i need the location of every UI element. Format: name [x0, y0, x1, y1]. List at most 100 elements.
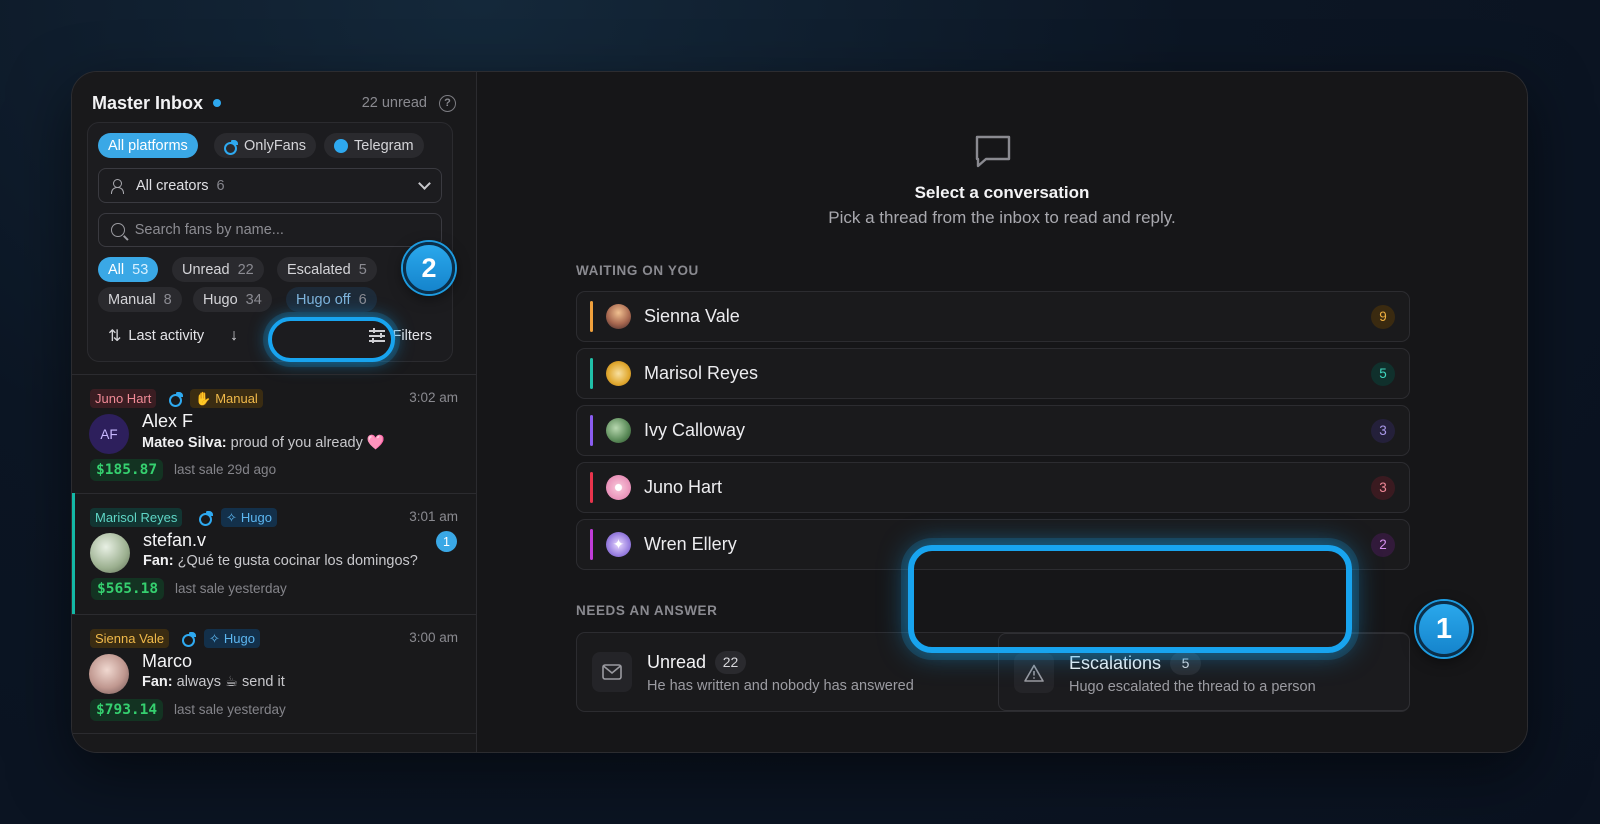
fan-name: Alex F: [142, 411, 194, 431]
mail-icon: [592, 652, 632, 692]
sparkle-icon: ✧: [226, 509, 237, 525]
platform-chip-all[interactable]: All platforms: [98, 133, 198, 158]
divider: [72, 733, 476, 734]
hand-icon: ✋: [195, 390, 212, 406]
status-chip-label: Hugo: [203, 291, 238, 308]
status-chip-count: 6: [358, 291, 367, 308]
status-chip-manual[interactable]: Manual 8: [98, 287, 182, 312]
platform-chip-label: All platforms: [108, 137, 188, 154]
status-chip-hugo[interactable]: Hugo 34: [193, 287, 272, 312]
unread-count: 22 unread: [361, 95, 427, 111]
creator-tag: Marisol Reyes: [90, 508, 183, 527]
creator-tag: Juno Hart: [90, 389, 157, 408]
fan-spend: $565.18: [91, 578, 165, 600]
message-preview: Fan: always ☕ send it: [142, 674, 285, 690]
status-chip-all[interactable]: All 53: [98, 257, 159, 282]
conversation-item-selected[interactable]: Marisol Reyes ✧ Hugo 3:01 am 1 stefan.v F…: [72, 493, 476, 614]
creator-avatar: [606, 361, 631, 386]
conversation-item[interactable]: Juno Hart ✋ Manual 3:02 am AF Alex F Mate…: [72, 389, 476, 507]
needs-answer-box: Unread 22 He has written and nobody has a…: [576, 632, 1410, 712]
search-input[interactable]: [134, 222, 429, 238]
unread-card-count: 22: [715, 650, 747, 674]
waiting-count: 2: [1371, 532, 1395, 557]
sort-row: ⇅ Last activity ↓ Filters: [108, 325, 432, 347]
escalations-card-count: 5: [1170, 651, 1202, 675]
inbox-header: Master Inbox 22 unread ?: [92, 88, 456, 118]
status-chip-hugo-off[interactable]: Hugo off 6: [286, 287, 377, 312]
creator-name: Juno Hart: [644, 477, 723, 497]
escalations-card[interactable]: Escalations 5 Hugo escalated the thread t…: [998, 633, 1410, 711]
sort-direction-icon[interactable]: ↓: [230, 327, 238, 345]
help-icon[interactable]: ?: [439, 94, 456, 112]
waiting-creator-row[interactable]: Sienna Vale 9: [576, 291, 1410, 342]
status-chip-count: 8: [163, 291, 172, 308]
onlyfans-icon: [224, 139, 238, 155]
conversation-time: 3:00 am: [409, 630, 458, 645]
unread-card[interactable]: Unread 22 He has written and nobody has a…: [592, 633, 982, 711]
status-chip-count: 22: [237, 261, 254, 278]
creator-color-bar: [590, 301, 593, 332]
creator-name: Sienna Vale: [644, 306, 740, 326]
unread-card-title: Unread: [647, 651, 707, 672]
platform-chip-telegram[interactable]: Telegram: [324, 133, 424, 158]
sort-icon: ⇅: [108, 328, 122, 345]
divider: [72, 374, 476, 375]
waiting-creator-row[interactable]: Ivy Calloway 3: [576, 405, 1410, 456]
mode-tag: ✧ Hugo: [204, 629, 260, 648]
creator-tag: Sienna Vale: [90, 629, 170, 648]
divider: [72, 614, 476, 615]
onlyfans-icon: [182, 632, 196, 647]
sliders-icon: [368, 328, 385, 343]
waiting-creator-row[interactable]: Juno Hart 3: [576, 462, 1410, 513]
escalations-card-subtitle: Hugo escalated the thread to a person: [1069, 678, 1316, 695]
sparkle-icon: ✧: [209, 630, 220, 646]
onlyfans-icon: [169, 392, 183, 407]
conversation-item[interactable]: Sienna Vale ✧ Hugo 3:00 am Marco Fan: alw…: [72, 629, 476, 747]
warning-icon: [1014, 653, 1054, 693]
waiting-count: 5: [1371, 361, 1395, 386]
live-status-dot: [213, 99, 222, 107]
status-chip-count: 53: [132, 261, 149, 278]
conversation-time: 3:01 am: [409, 509, 458, 524]
search-field[interactable]: [98, 213, 442, 247]
last-sale: last sale yesterday: [175, 581, 287, 596]
waiting-creator-row[interactable]: ✦ Wren Ellery 2: [576, 519, 1410, 570]
inbox-panel: Master Inbox 22 unread ? All platforms O…: [72, 72, 477, 752]
platform-chip-label: OnlyFans: [244, 137, 307, 154]
mode-tag-label: Hugo: [240, 510, 272, 525]
message-text: proud of you already 🩷: [230, 435, 385, 451]
waiting-count: 3: [1371, 475, 1395, 500]
status-chip-count: 34: [245, 291, 262, 308]
filters-label: Filters: [392, 328, 432, 344]
creator-name: Marisol Reyes: [644, 363, 759, 383]
message-preview: Fan: ¿Qué te gusta cocinar los domingos?: [143, 553, 418, 569]
status-chip-unread[interactable]: Unread 22: [172, 257, 264, 282]
fan-name: Marco: [142, 651, 193, 671]
avatar: [89, 654, 129, 694]
creator-avatar: [606, 418, 631, 443]
status-chip-escalated[interactable]: Escalated 5: [277, 257, 377, 282]
chevron-down-icon: [418, 177, 431, 190]
avatar: AF: [89, 414, 129, 454]
creator-avatar: [606, 475, 631, 500]
mode-tag-label: Hugo: [223, 631, 255, 646]
message-sender: Fan:: [142, 674, 173, 690]
creator-select[interactable]: All creators 6: [98, 168, 442, 203]
telegram-icon: [334, 138, 348, 153]
message-text: ¿Qué te gusta cocinar los domingos?: [177, 553, 418, 569]
platform-chip-onlyfans[interactable]: OnlyFans: [214, 133, 317, 158]
filter-panel: All platforms OnlyFans Telegram All crea…: [87, 122, 453, 362]
mode-tag: ✧ Hugo: [221, 508, 277, 527]
creator-avatar: ✦: [606, 532, 631, 557]
waiting-creator-row[interactable]: Marisol Reyes 5: [576, 348, 1410, 399]
users-icon: [111, 178, 127, 194]
inbox-title: Master Inbox: [92, 92, 204, 113]
creator-name: Wren Ellery: [644, 534, 737, 554]
creator-select-count: 6: [216, 177, 225, 194]
mode-tag: ✋ Manual: [190, 389, 263, 408]
filters-button[interactable]: Filters: [368, 328, 432, 344]
conversation-time: 3:02 am: [409, 390, 458, 405]
sort-select[interactable]: Last activity: [128, 328, 204, 344]
waiting-section-label: WAITING ON YOU: [576, 263, 699, 278]
status-chip-count: 5: [358, 261, 367, 278]
